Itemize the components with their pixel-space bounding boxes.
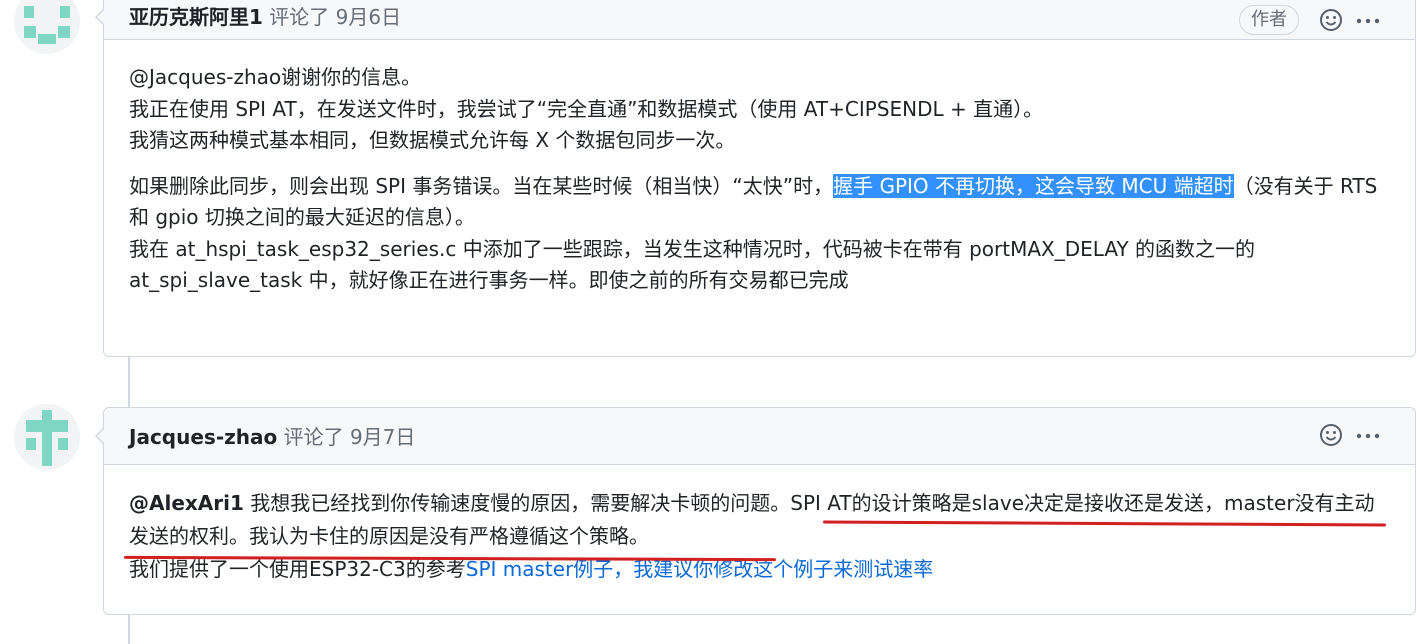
- user-mention[interactable]: @AlexAri1: [129, 491, 244, 515]
- smiley-icon[interactable]: [1318, 421, 1348, 451]
- comment-date[interactable]: 9月7日: [350, 425, 415, 449]
- comment-paragraph: 我正在使用 SPI AT，在发送文件时，我尝试了“完全直通”和数据模式（使用 A…: [129, 96, 1044, 121]
- comment-paragraph: 我在 at_hspi_task_esp32_series.c 中添加了一些跟踪，…: [129, 236, 1256, 293]
- comment-meta: Jacques-zhao 评论了 9月7日: [129, 424, 415, 450]
- comment-header: 亚历克斯阿里1 评论了 9月6日 作者: [95, 0, 1415, 40]
- kebab-icon[interactable]: [1354, 421, 1384, 451]
- comment-action: 评论了: [269, 5, 330, 29]
- author-link[interactable]: 亚历克斯阿里1: [129, 5, 263, 29]
- kebab-icon[interactable]: [1354, 6, 1384, 36]
- timeline-connector: [128, 356, 130, 408]
- comment-paragraph: @AlexAri1 我想我已经找到你传输速度慢的原因，需要解决卡顿的问题。SPI…: [129, 491, 1375, 548]
- comment-card: Jacques-zhao 评论了 9月7日 @AlexAri1 我想我已经找到你…: [95, 407, 1416, 615]
- timeline-connector: [128, 614, 130, 644]
- selected-text: 握手 GPIO 不再切换，这会导致 MCU 端超时: [833, 173, 1234, 198]
- author-badge: 作者: [1239, 5, 1299, 35]
- comment-card: 亚历克斯阿里1 评论了 9月6日 作者 @Jacques-zhao谢谢你的信息。…: [95, 0, 1416, 357]
- comment-paragraph: 如果删除此同步，则会出现 SPI 事务错误。当在某些时候（相当快）“太快”时，握…: [129, 173, 1378, 229]
- comment-paragraph: @Jacques-zhao谢谢你的信息。: [129, 65, 422, 89]
- avatar[interactable]: [14, 0, 80, 54]
- smiley-icon[interactable]: [1318, 6, 1348, 36]
- author-link[interactable]: Jacques-zhao: [129, 425, 277, 449]
- comment-body: @Jacques-zhao谢谢你的信息。 我正在使用 SPI AT，在发送文件时…: [104, 40, 1415, 297]
- comment-paragraph: 我猜这两种模式基本相同，但数据模式允许每 X 个数据包同步一次。: [129, 128, 736, 152]
- comment-header: Jacques-zhao 评论了 9月7日: [95, 408, 1415, 465]
- comment-date[interactable]: 9月6日: [336, 5, 401, 29]
- comment-action: 评论了: [283, 425, 344, 449]
- avatar[interactable]: [14, 404, 80, 470]
- comment-meta: 亚历克斯阿里1 评论了 9月6日: [129, 4, 401, 30]
